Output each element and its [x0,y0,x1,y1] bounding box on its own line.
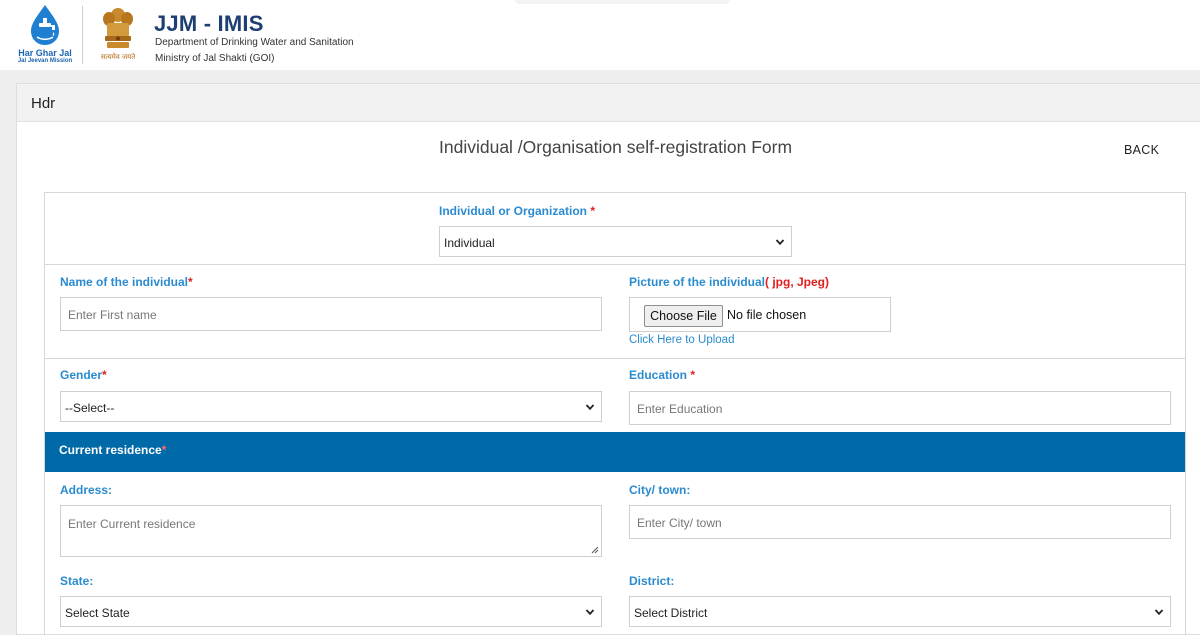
chevron-down-icon [1154,609,1164,616]
district-select-value: Select District [634,606,708,620]
state-select-value: Select State [65,606,130,620]
logo-text-jal-jeevan-mission: Jal Jeevan Mission [17,58,73,64]
department-name: Department of Drinking Water and Sanitat… [155,37,354,48]
education-label-text: Education [629,368,688,382]
header-notch [515,0,730,4]
required-marker: * [188,275,193,289]
state-select[interactable]: Select State [60,596,602,627]
chevron-down-icon [775,239,785,246]
national-emblem-icon [103,8,133,48]
chevron-down-icon [585,404,595,411]
type-label-text: Individual or Organization [439,204,588,218]
section-title: Current residence* [59,443,166,457]
required-marker: * [161,443,167,457]
upload-link[interactable]: Click Here to Upload [629,334,734,346]
picture-file-input[interactable]: Choose File No file chosen [629,297,891,332]
gender-label: Gender* [60,368,107,382]
name-label-text: Name of the individual [60,275,189,289]
app-title: JJM - IMIS [154,11,264,36]
address-textarea[interactable]: Enter Current residence [60,505,602,557]
education-input[interactable]: Enter Education [629,391,1171,425]
education-label: Education * [629,368,695,382]
header-divider [82,6,83,64]
section-title-text: Current residence [59,443,162,457]
district-label: District: [629,574,675,588]
district-select[interactable]: Select District [629,596,1171,627]
back-button[interactable]: BACK [1124,143,1159,157]
gender-label-text: Gender [60,368,103,382]
state-label: State: [60,574,94,588]
chevron-down-icon [585,609,595,616]
registration-form: Individual or Organization * Individual … [44,192,1186,635]
type-label: Individual or Organization * [439,204,595,218]
type-select-value: Individual [444,236,495,250]
emblem-motto: सत्यमेव जयते [100,53,136,61]
picture-formats: ( jpg, Jpeg) [765,275,830,289]
type-select[interactable]: Individual [439,226,792,257]
card-header: Hdr [17,84,1200,122]
registration-card: Hdr Individual /Organisation self-regist… [16,83,1200,635]
ministry-name: Ministry of Jal Shakti (GOI) [155,53,275,64]
required-marker: * [590,204,596,218]
picture-label: Picture of the individual( jpg, Jpeg) [629,275,829,289]
gender-select-value: --Select-- [65,401,115,415]
education-placeholder: Enter Education [637,402,723,416]
resize-grip-icon[interactable] [591,546,599,554]
city-input[interactable]: Enter City/ town [629,505,1171,539]
form-title: Individual /Organisation self-registrati… [439,137,793,157]
current-residence-section: Current residence* [45,432,1185,472]
name-label: Name of the individual* [60,275,193,289]
first-name-placeholder: Enter First name [68,308,157,322]
jjm-logo[interactable]: Har Ghar Jal Jal Jeevan Mission [14,3,76,67]
water-drop-tap-icon [31,5,59,45]
choose-file-button[interactable]: Choose File [644,305,723,327]
gender-select[interactable]: --Select-- [60,391,602,422]
city-label: City/ town: [629,483,691,497]
file-status: No file chosen [727,308,807,322]
app-header: Har Ghar Jal Jal Jeevan Mission सत्यमेव … [0,0,1200,70]
national-emblem: सत्यमेव जयते [94,5,142,67]
address-placeholder: Enter Current residence [68,517,196,531]
card-header-title: Hdr [31,95,56,112]
logo-text-har-ghar-jal: Har Ghar Jal [18,48,72,58]
first-name-input[interactable]: Enter First name [60,297,602,331]
address-label: Address: [60,483,113,497]
required-marker: * [690,368,696,382]
picture-label-text: Picture of the individual [629,275,766,289]
city-placeholder: Enter City/ town [637,516,722,530]
row-divider [45,358,1185,359]
required-marker: * [102,368,107,382]
row-divider [45,264,1185,265]
